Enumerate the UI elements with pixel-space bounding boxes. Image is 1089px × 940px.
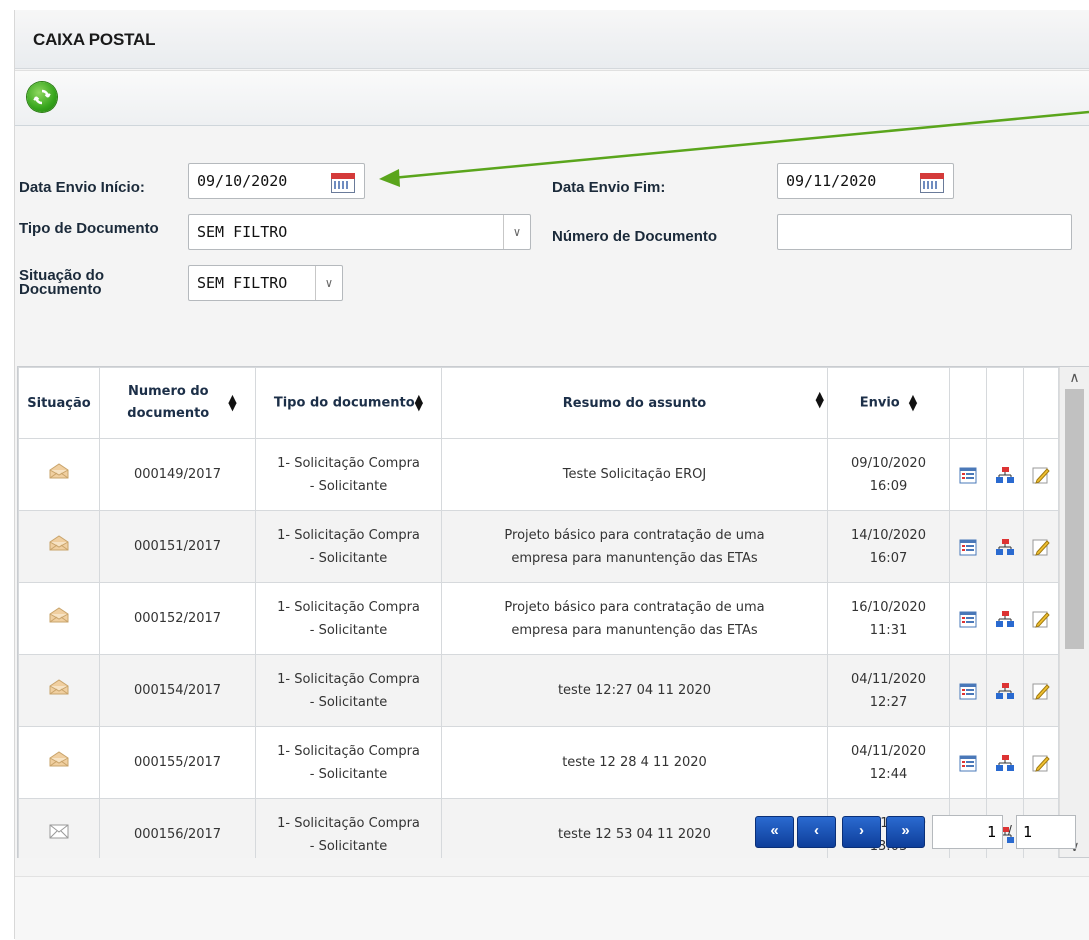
annotation-arrow	[379, 110, 1089, 187]
